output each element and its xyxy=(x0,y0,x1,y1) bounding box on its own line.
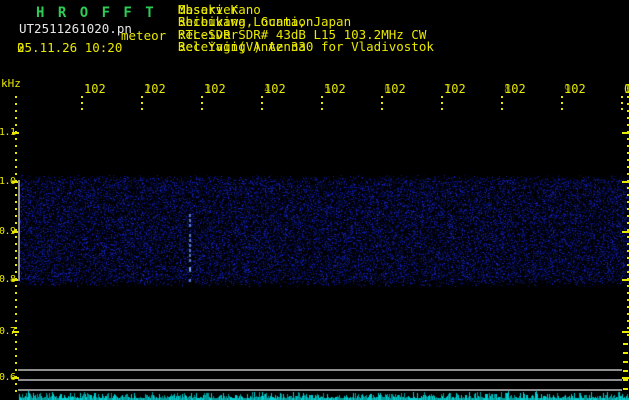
x-label-last-digit: 4 xyxy=(264,83,271,96)
x-axis-label: 102 2 xyxy=(92,83,144,96)
x-axis-label: 102 1 xyxy=(32,83,84,96)
x-label-last-digit: 1 xyxy=(84,83,91,96)
reference-line-1 xyxy=(18,369,622,371)
output-filename: UT2511261020.pn xyxy=(19,21,132,36)
x-label-last-digit: 0 xyxy=(624,83,629,96)
x-axis-label: 102 4 xyxy=(212,83,264,96)
x-axis-label: 102 6 xyxy=(332,83,384,96)
x-axis-tick xyxy=(621,96,623,110)
x-axis-label: 102 3 xyxy=(152,83,204,96)
x-axis-tick xyxy=(501,96,503,110)
hrofft-display: H R O F F T UT2511261020.pn meteor 25.11… xyxy=(0,0,629,400)
x-label-last-digit: 2 xyxy=(144,83,151,96)
passband-marker-line xyxy=(18,180,20,281)
x-label-last-digit: 7 xyxy=(444,83,451,96)
x-label-last-digit: 5 xyxy=(324,83,331,96)
x-axis-label: 1030 xyxy=(572,83,624,96)
echo-count-dots: .. xyxy=(17,40,32,55)
x-label-last-digit: 3 xyxy=(204,83,211,96)
x-label-last-digit: 9 xyxy=(564,83,571,96)
x-axis-label: 102 8 xyxy=(452,83,504,96)
x-axis-label: 102 5 xyxy=(272,83,324,96)
x-axis-tick xyxy=(81,96,83,110)
datetime-label: 25.11.26 10:20 xyxy=(17,40,122,55)
x-axis-tick xyxy=(441,96,443,110)
reference-line-2 xyxy=(18,379,622,381)
bottom-scale-dashes-right xyxy=(623,343,628,396)
station-info: Observer: Masaki Kano Receiving Location: S… xyxy=(178,4,628,53)
x-axis-tick xyxy=(141,96,143,110)
y-axis-unit: kHz xyxy=(1,77,21,90)
x-axis-tick xyxy=(381,96,383,110)
x-axis-label: 102 7 xyxy=(392,83,444,96)
info-value: 3el Yagi(V) Az 330 for Vladivostok xyxy=(178,41,434,53)
x-axis-tick xyxy=(261,96,263,110)
x-label-last-digit: 8 xyxy=(504,83,511,96)
x-label-last-digit: 6 xyxy=(384,83,391,96)
x-axis-label: 102 9 xyxy=(512,83,564,96)
y-axis-dotted-line-left xyxy=(15,96,17,392)
x-axis-tick xyxy=(561,96,563,110)
info-row: Receiving Antenna:3el Yagi(V) Az 330 for… xyxy=(178,41,628,53)
x-axis-tick xyxy=(201,96,203,110)
spectrogram-canvas xyxy=(0,0,629,400)
reference-line-3 xyxy=(18,389,622,391)
x-axis-tick xyxy=(321,96,323,110)
mode-label: meteor xyxy=(121,28,166,43)
app-title: H R O F F T xyxy=(36,5,156,21)
